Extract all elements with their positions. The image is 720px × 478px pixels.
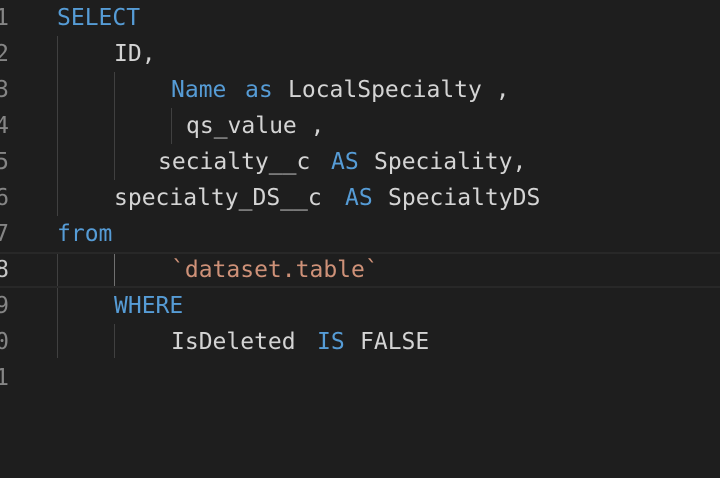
code-line-current[interactable]: `dataset.table`: [0, 252, 720, 288]
keyword-token: WHERE: [114, 293, 184, 319]
code-line[interactable]: ID,: [0, 36, 720, 72]
code-line[interactable]: IsDeleted IS FALSE: [0, 324, 720, 360]
keyword-token: AS: [331, 149, 359, 175]
keyword-token: SELECT: [57, 5, 141, 31]
code-area[interactable]: SELECT ID, Name as LocalSpecialty , qs_v…: [0, 0, 720, 478]
keyword-token: IS: [317, 329, 345, 355]
identifier-token: FALSE: [360, 329, 430, 355]
identifier-token: Speciality,: [374, 149, 527, 175]
code-line[interactable]: SELECT: [0, 0, 720, 36]
identifier-token: LocalSpecialty ,: [288, 77, 510, 103]
code-line[interactable]: secialty__c AS Speciality,: [0, 144, 720, 180]
code-line[interactable]: Name as LocalSpecialty ,: [0, 72, 720, 108]
identifier-token: qs_value ,: [186, 113, 325, 139]
identifier-token: SpecialtyDS: [388, 185, 541, 211]
keyword-token: from: [57, 221, 113, 247]
keyword-token: as: [245, 77, 273, 103]
code-line[interactable]: qs_value ,: [0, 108, 720, 144]
string-token: `dataset.table`: [171, 257, 379, 283]
keyword-token: Name: [171, 77, 227, 103]
identifier-token: secialty__c: [158, 149, 311, 175]
code-line[interactable]: WHERE: [0, 288, 720, 324]
code-line[interactable]: from: [0, 216, 720, 252]
identifier-token: IsDeleted: [171, 329, 296, 355]
keyword-token: AS: [345, 185, 373, 211]
code-line[interactable]: specialty_DS__c AS SpecialtyDS: [0, 180, 720, 216]
identifier-token: specialty_DS__c: [114, 185, 322, 211]
code-editor[interactable]: 1 2 3 4 5 6 7 8 9 0 1 SELECT ID, Name as…: [0, 0, 720, 478]
identifier-token: ID,: [114, 41, 156, 67]
